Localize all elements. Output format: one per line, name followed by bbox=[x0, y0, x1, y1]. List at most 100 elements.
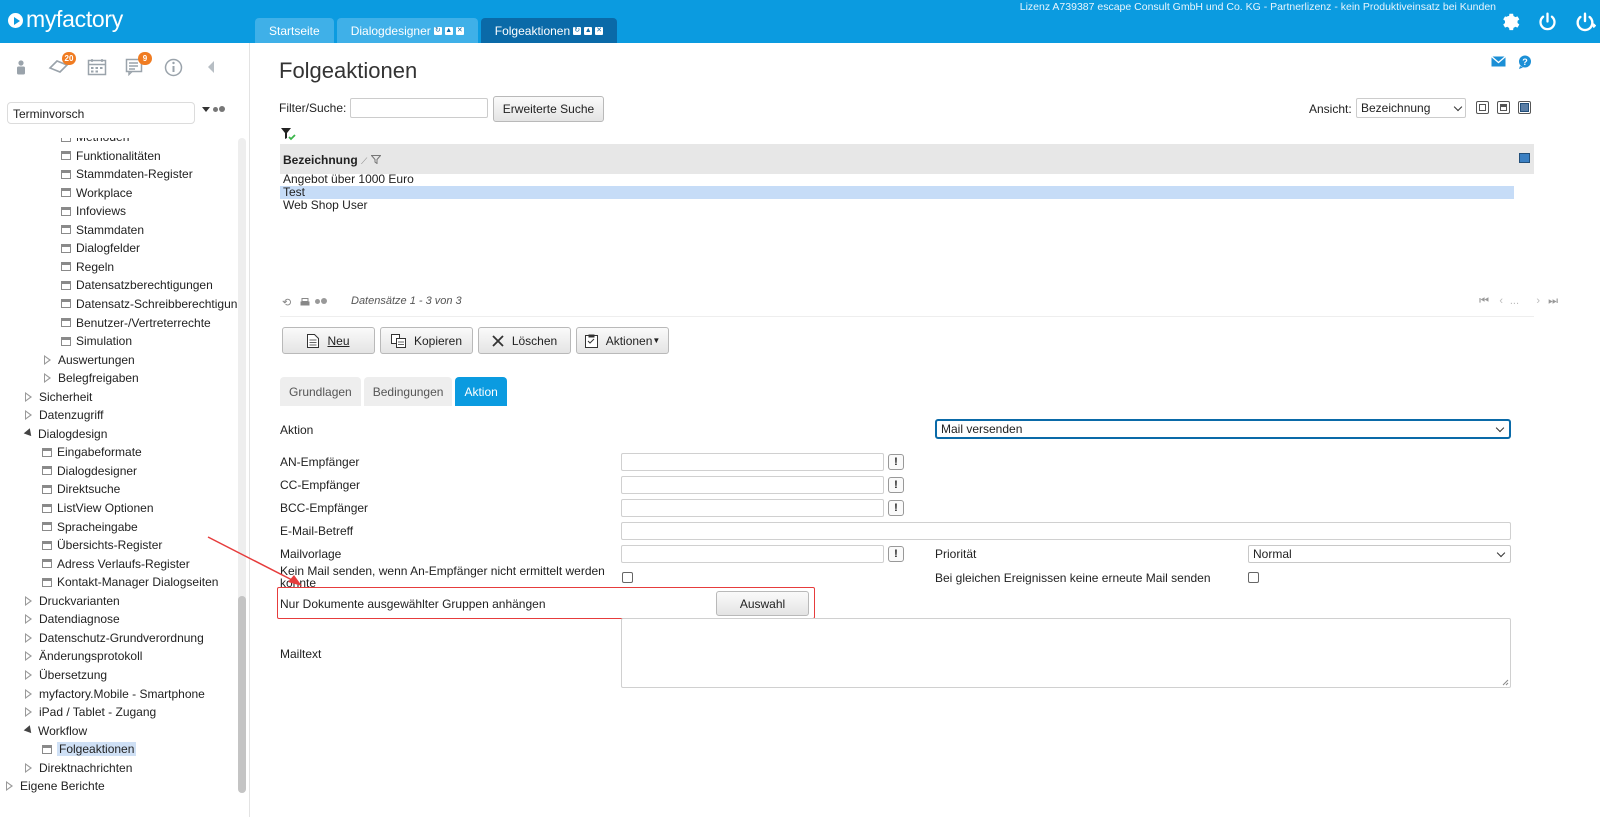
tree-item[interactable]: iPad / Tablet - Zugang bbox=[25, 703, 156, 721]
view-list-icon[interactable] bbox=[1518, 101, 1531, 114]
collapsed-arrow-icon[interactable] bbox=[6, 781, 13, 792]
sidebar-scrollbar-thumb[interactable] bbox=[238, 596, 246, 793]
tree-item[interactable]: myfactory.Mobile - Smartphone bbox=[25, 685, 205, 703]
page-icon[interactable] bbox=[42, 540, 52, 550]
tree-item[interactable]: Eigene Berichte bbox=[6, 777, 105, 795]
tasks-icon[interactable]: 20 bbox=[48, 52, 76, 77]
view-select[interactable]: Bezeichnung bbox=[1356, 98, 1466, 118]
collapsed-arrow-icon[interactable] bbox=[44, 354, 51, 365]
tree-item[interactable]: Direktnachrichten bbox=[25, 759, 132, 777]
mailtext-textarea[interactable] bbox=[621, 618, 1511, 688]
sort-icon[interactable]: ⟋ bbox=[361, 156, 367, 166]
tree-item[interactable]: Benutzer-/Vertreterrechte bbox=[61, 314, 211, 332]
column-chooser-icon[interactable] bbox=[1519, 153, 1530, 163]
tree-item[interactable]: Auswertungen bbox=[44, 351, 135, 369]
tree-item[interactable]: Druckvarianten bbox=[25, 592, 120, 610]
tree-item[interactable]: Infoviews bbox=[61, 202, 126, 220]
tree-item[interactable]: Eingabeformate bbox=[42, 443, 142, 461]
print-icon[interactable] bbox=[300, 298, 310, 307]
tree-item[interactable]: Adress Verlaufs-Register bbox=[42, 555, 190, 573]
page-icon[interactable] bbox=[61, 262, 71, 272]
pin-tab-icon[interactable]: ▲ bbox=[444, 26, 453, 35]
prioritaet-select[interactable]: Normal bbox=[1248, 545, 1511, 563]
an-empfaenger-input[interactable] bbox=[621, 453, 884, 471]
tree-item[interactable]: Simulation bbox=[61, 332, 132, 350]
tree-item[interactable]: Dialogdesign bbox=[23, 425, 107, 443]
view-split-icon[interactable] bbox=[1497, 101, 1510, 114]
resize-handle-icon[interactable] bbox=[1502, 679, 1509, 686]
page-icon[interactable] bbox=[61, 299, 71, 309]
aktion-select[interactable]: Mail versenden bbox=[935, 419, 1511, 439]
tree-item[interactable]: Datensatzberechtigungen bbox=[61, 276, 213, 294]
tree-item[interactable]: Datendiagnose bbox=[25, 610, 120, 628]
page-icon[interactable] bbox=[42, 522, 52, 532]
collapsed-arrow-icon[interactable] bbox=[25, 669, 32, 680]
tree-item[interactable]: Methoden bbox=[61, 138, 129, 146]
page-icon[interactable] bbox=[42, 577, 52, 587]
tree-item[interactable]: Übersetzung bbox=[25, 666, 107, 684]
first-page-icon[interactable]: ⏮ bbox=[1479, 295, 1489, 308]
page-icon[interactable] bbox=[42, 503, 52, 513]
expanded-arrow-icon[interactable] bbox=[23, 428, 35, 440]
collapsed-arrow-icon[interactable] bbox=[25, 707, 32, 718]
refresh-tab-icon[interactable]: ↻ bbox=[573, 26, 582, 35]
bcc-empfaenger-input[interactable] bbox=[621, 499, 884, 517]
tab-folgeaktionen[interactable]: Folgeaktionen ↻ ▲ ✕ bbox=[480, 18, 618, 43]
tab-startseite[interactable]: Startseite bbox=[255, 18, 334, 43]
tree-item[interactable]: Stammdaten bbox=[61, 221, 144, 239]
collapsed-arrow-icon[interactable] bbox=[25, 688, 32, 699]
auswahl-button[interactable]: Auswahl bbox=[716, 591, 809, 616]
page-icon[interactable] bbox=[61, 318, 71, 327]
tree-item[interactable]: Belegfreigaben bbox=[44, 369, 139, 387]
filter-active-icon[interactable] bbox=[280, 127, 296, 141]
mailvorlage-lookup-button[interactable]: ! bbox=[888, 546, 904, 562]
tree-item[interactable]: Sicherheit bbox=[25, 388, 92, 406]
close-tab-icon[interactable]: ✕ bbox=[455, 26, 464, 35]
column-filter-icon[interactable] bbox=[370, 155, 382, 165]
tree-item[interactable]: ListView Optionen bbox=[42, 499, 154, 517]
tree-item[interactable]: Dialogfelder bbox=[61, 239, 140, 257]
collapsed-arrow-icon[interactable] bbox=[25, 651, 32, 662]
tree-item[interactable]: Regeln bbox=[61, 258, 114, 276]
kein-mail-checkbox[interactable] bbox=[622, 572, 633, 583]
page-icon[interactable] bbox=[61, 138, 71, 142]
collapsed-arrow-icon[interactable] bbox=[25, 595, 32, 606]
advanced-search-button[interactable]: Erweiterte Suche bbox=[493, 96, 604, 122]
treeview-select[interactable]: Terminvorsch bbox=[7, 102, 195, 124]
bcc-empfaenger-lookup-button[interactable]: ! bbox=[888, 500, 904, 516]
tree-item[interactable]: Dialogdesigner bbox=[42, 462, 137, 480]
collapsed-arrow-icon[interactable] bbox=[25, 762, 32, 773]
tree-item[interactable]: Stammdaten-Register bbox=[61, 165, 193, 183]
page-icon[interactable] bbox=[42, 447, 52, 457]
tree-item[interactable]: Funktionalitäten bbox=[61, 147, 161, 165]
logo[interactable]: myfactory bbox=[8, 6, 123, 33]
tab-bedingungen[interactable]: Bedingungen bbox=[363, 377, 453, 406]
copy-button[interactable]: Kopieren bbox=[380, 327, 473, 354]
cc-empfaenger-input[interactable] bbox=[621, 476, 884, 494]
page-icon[interactable] bbox=[61, 169, 71, 179]
page-icon[interactable] bbox=[61, 151, 71, 161]
page-icon[interactable] bbox=[61, 206, 71, 216]
actions-button[interactable]: Aktionen ▼ bbox=[576, 327, 669, 354]
collapse-sidebar-icon[interactable] bbox=[200, 57, 222, 77]
treeview-dropdown-icon[interactable] bbox=[202, 107, 210, 112]
tree-item[interactable]: Datensatz-Schreibberechtigungen bbox=[61, 295, 237, 313]
mailvorlage-input[interactable] bbox=[621, 545, 884, 563]
page-icon[interactable] bbox=[42, 744, 52, 754]
calendar-icon[interactable] bbox=[86, 57, 108, 77]
tree-item[interactable]: Direktsuche bbox=[42, 480, 120, 498]
column-header-bezeichnung[interactable]: Bezeichnung bbox=[283, 153, 358, 167]
grid-options-icon[interactable] bbox=[315, 298, 327, 304]
refresh-icon[interactable]: ⟲ bbox=[282, 296, 291, 309]
collapsed-arrow-icon[interactable] bbox=[25, 614, 32, 625]
user-icon[interactable] bbox=[10, 57, 32, 77]
table-row[interactable]: Test bbox=[280, 186, 1514, 199]
collapsed-arrow-icon[interactable] bbox=[44, 373, 51, 384]
tree-item[interactable]: Übersichts-Register bbox=[42, 536, 162, 554]
help-chat-icon[interactable]: ? bbox=[1518, 55, 1532, 69]
logout-power-icon[interactable] bbox=[1574, 11, 1596, 33]
page-icon[interactable] bbox=[61, 225, 71, 235]
collapsed-arrow-icon[interactable] bbox=[25, 410, 32, 421]
tab-aktion[interactable]: Aktion bbox=[455, 377, 507, 406]
filter-input[interactable] bbox=[350, 98, 488, 118]
